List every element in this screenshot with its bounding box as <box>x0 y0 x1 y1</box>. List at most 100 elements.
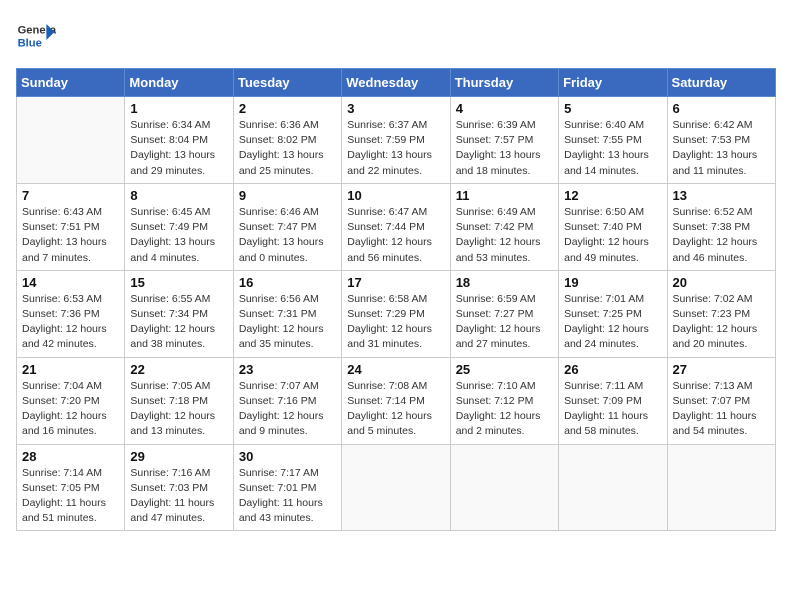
day-number: 15 <box>130 275 227 290</box>
calendar-cell <box>342 444 450 531</box>
day-number: 16 <box>239 275 336 290</box>
svg-text:Blue: Blue <box>18 37 42 49</box>
calendar-cell: 4Sunrise: 6:39 AMSunset: 7:57 PMDaylight… <box>450 97 558 184</box>
day-detail: Sunrise: 6:55 AMSunset: 7:34 PMDaylight:… <box>130 292 227 353</box>
day-detail: Sunrise: 6:58 AMSunset: 7:29 PMDaylight:… <box>347 292 444 353</box>
day-number: 10 <box>347 188 444 203</box>
day-number: 17 <box>347 275 444 290</box>
weekday-header-row: SundayMondayTuesdayWednesdayThursdayFrid… <box>17 69 776 97</box>
calendar-cell: 16 Sunrise: 6:56 AMSunset: 7:31 PMDayligh… <box>233 270 341 357</box>
calendar-cell: 14 Sunrise: 6:53 AMSunset: 7:36 PMDayligh… <box>17 270 125 357</box>
calendar-cell <box>667 444 775 531</box>
day-number: 7 <box>22 188 119 203</box>
calendar-table: SundayMondayTuesdayWednesdayThursdayFrid… <box>16 68 776 531</box>
day-number: 28 <box>22 449 119 464</box>
calendar-cell: 30 Sunrise: 7:17 AMSunset: 7:01 PMDayligh… <box>233 444 341 531</box>
calendar-cell: 9 Sunrise: 6:46 AMSunset: 7:47 PMDaylight… <box>233 183 341 270</box>
day-number: 8 <box>130 188 227 203</box>
weekday-header-wednesday: Wednesday <box>342 69 450 97</box>
calendar-week-row: 1Sunrise: 6:34 AMSunset: 8:04 PMDaylight… <box>17 97 776 184</box>
calendar-cell: 25 Sunrise: 7:10 AMSunset: 7:12 PMDayligh… <box>450 357 558 444</box>
calendar-week-row: 28 Sunrise: 7:14 AMSunset: 7:05 PMDayligh… <box>17 444 776 531</box>
day-detail: Sunrise: 7:08 AMSunset: 7:14 PMDaylight:… <box>347 379 444 440</box>
day-detail: Sunrise: 6:45 AMSunset: 7:49 PMDaylight:… <box>130 205 227 266</box>
calendar-cell: 26 Sunrise: 7:11 AMSunset: 7:09 PMDayligh… <box>559 357 667 444</box>
day-detail: Sunrise: 7:11 AMSunset: 7:09 PMDaylight:… <box>564 379 661 440</box>
day-number: 26 <box>564 362 661 377</box>
day-detail: Sunrise: 7:05 AMSunset: 7:18 PMDaylight:… <box>130 379 227 440</box>
page-header: General Blue <box>16 16 776 56</box>
calendar-cell: 23 Sunrise: 7:07 AMSunset: 7:16 PMDayligh… <box>233 357 341 444</box>
calendar-cell: 2 Sunrise: 6:36 AMSunset: 8:02 PMDaylight… <box>233 97 341 184</box>
day-detail: Sunrise: 6:49 AMSunset: 7:42 PMDaylight:… <box>456 205 553 266</box>
day-number: 20 <box>673 275 770 290</box>
weekday-header-sunday: Sunday <box>17 69 125 97</box>
day-detail: Sunrise: 6:46 AMSunset: 7:47 PMDaylight:… <box>239 205 336 266</box>
day-number: 5 <box>564 101 661 116</box>
day-number: 24 <box>347 362 444 377</box>
day-detail: Sunrise: 6:43 AMSunset: 7:51 PMDaylight:… <box>22 205 119 266</box>
day-number: 27 <box>673 362 770 377</box>
day-detail: Sunrise: 6:34 AMSunset: 8:04 PMDaylight:… <box>130 118 227 179</box>
calendar-cell: 8 Sunrise: 6:45 AMSunset: 7:49 PMDaylight… <box>125 183 233 270</box>
day-number: 22 <box>130 362 227 377</box>
calendar-cell: 22 Sunrise: 7:05 AMSunset: 7:18 PMDayligh… <box>125 357 233 444</box>
calendar-cell: 24 Sunrise: 7:08 AMSunset: 7:14 PMDayligh… <box>342 357 450 444</box>
day-number: 25 <box>456 362 553 377</box>
day-detail: Sunrise: 6:52 AMSunset: 7:38 PMDaylight:… <box>673 205 770 266</box>
day-number: 2 <box>239 101 336 116</box>
calendar-week-row: 7 Sunrise: 6:43 AMSunset: 7:51 PMDaylight… <box>17 183 776 270</box>
day-number: 11 <box>456 188 553 203</box>
calendar-cell: 19Sunrise: 7:01 AMSunset: 7:25 PMDayligh… <box>559 270 667 357</box>
day-number: 14 <box>22 275 119 290</box>
day-detail: Sunrise: 7:14 AMSunset: 7:05 PMDaylight:… <box>22 466 119 527</box>
day-number: 23 <box>239 362 336 377</box>
day-detail: Sunrise: 6:53 AMSunset: 7:36 PMDaylight:… <box>22 292 119 353</box>
weekday-header-monday: Monday <box>125 69 233 97</box>
day-number: 6 <box>673 101 770 116</box>
calendar-cell: 7 Sunrise: 6:43 AMSunset: 7:51 PMDaylight… <box>17 183 125 270</box>
day-detail: Sunrise: 6:42 AMSunset: 7:53 PMDaylight:… <box>673 118 770 179</box>
calendar-cell: 17 Sunrise: 6:58 AMSunset: 7:29 PMDayligh… <box>342 270 450 357</box>
logo-icon: General Blue <box>16 16 56 56</box>
day-detail: Sunrise: 7:04 AMSunset: 7:20 PMDaylight:… <box>22 379 119 440</box>
day-number: 9 <box>239 188 336 203</box>
calendar-cell: 18 Sunrise: 6:59 AMSunset: 7:27 PMDayligh… <box>450 270 558 357</box>
calendar-cell: 27Sunrise: 7:13 AMSunset: 7:07 PMDayligh… <box>667 357 775 444</box>
calendar-cell: 3Sunrise: 6:37 AMSunset: 7:59 PMDaylight… <box>342 97 450 184</box>
day-number: 21 <box>22 362 119 377</box>
day-detail: Sunrise: 7:02 AMSunset: 7:23 PMDaylight:… <box>673 292 770 353</box>
day-detail: Sunrise: 6:39 AMSunset: 7:57 PMDaylight:… <box>456 118 553 179</box>
day-detail: Sunrise: 7:10 AMSunset: 7:12 PMDaylight:… <box>456 379 553 440</box>
calendar-cell: 15 Sunrise: 6:55 AMSunset: 7:34 PMDayligh… <box>125 270 233 357</box>
day-detail: Sunrise: 7:07 AMSunset: 7:16 PMDaylight:… <box>239 379 336 440</box>
calendar-cell: 10Sunrise: 6:47 AMSunset: 7:44 PMDayligh… <box>342 183 450 270</box>
day-number: 30 <box>239 449 336 464</box>
day-detail: Sunrise: 6:36 AMSunset: 8:02 PMDaylight:… <box>239 118 336 179</box>
weekday-header-thursday: Thursday <box>450 69 558 97</box>
calendar-cell: 6 Sunrise: 6:42 AMSunset: 7:53 PMDaylight… <box>667 97 775 184</box>
calendar-cell: 12Sunrise: 6:50 AMSunset: 7:40 PMDayligh… <box>559 183 667 270</box>
calendar-cell: 29Sunrise: 7:16 AMSunset: 7:03 PMDayligh… <box>125 444 233 531</box>
logo: General Blue <box>16 16 60 56</box>
calendar-cell: 28 Sunrise: 7:14 AMSunset: 7:05 PMDayligh… <box>17 444 125 531</box>
calendar-cell: 13 Sunrise: 6:52 AMSunset: 7:38 PMDayligh… <box>667 183 775 270</box>
calendar-week-row: 21 Sunrise: 7:04 AMSunset: 7:20 PMDayligh… <box>17 357 776 444</box>
weekday-header-friday: Friday <box>559 69 667 97</box>
day-detail: Sunrise: 6:56 AMSunset: 7:31 PMDaylight:… <box>239 292 336 353</box>
day-detail: Sunrise: 7:17 AMSunset: 7:01 PMDaylight:… <box>239 466 336 527</box>
calendar-cell: 21 Sunrise: 7:04 AMSunset: 7:20 PMDayligh… <box>17 357 125 444</box>
weekday-header-tuesday: Tuesday <box>233 69 341 97</box>
day-detail: Sunrise: 6:50 AMSunset: 7:40 PMDaylight:… <box>564 205 661 266</box>
day-number: 19 <box>564 275 661 290</box>
day-number: 3 <box>347 101 444 116</box>
calendar-week-row: 14 Sunrise: 6:53 AMSunset: 7:36 PMDayligh… <box>17 270 776 357</box>
calendar-cell: 20 Sunrise: 7:02 AMSunset: 7:23 PMDayligh… <box>667 270 775 357</box>
day-detail: Sunrise: 6:59 AMSunset: 7:27 PMDaylight:… <box>456 292 553 353</box>
day-detail: Sunrise: 7:16 AMSunset: 7:03 PMDaylight:… <box>130 466 227 527</box>
day-number: 18 <box>456 275 553 290</box>
weekday-header-saturday: Saturday <box>667 69 775 97</box>
calendar-cell <box>17 97 125 184</box>
day-number: 13 <box>673 188 770 203</box>
day-detail: Sunrise: 6:40 AMSunset: 7:55 PMDaylight:… <box>564 118 661 179</box>
